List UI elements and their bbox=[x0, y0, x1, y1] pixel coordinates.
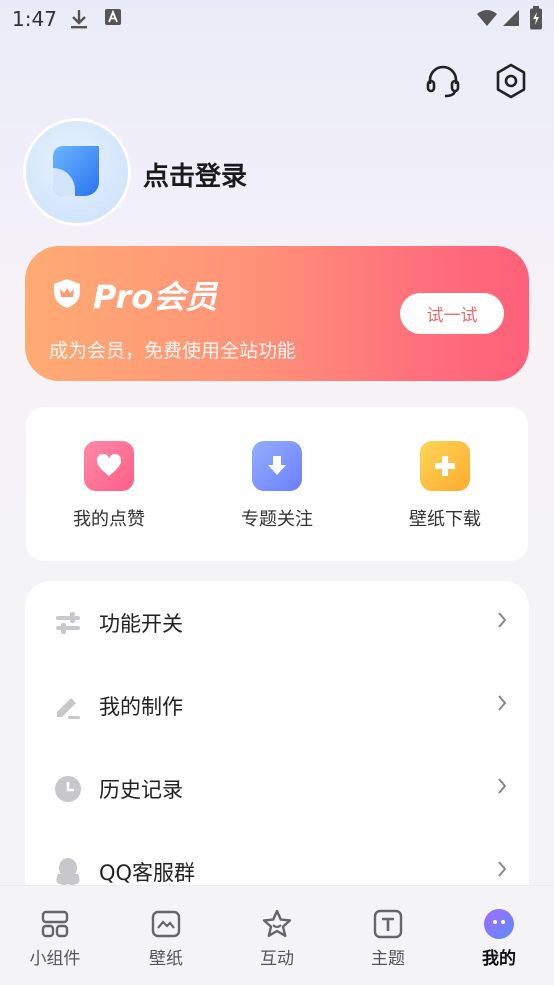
keyboard-status-icon bbox=[104, 8, 122, 30]
tab-label: 我的 bbox=[482, 949, 516, 969]
menu-item-feature-toggle[interactable]: 功能开关 bbox=[25, 581, 529, 664]
status-bar: 1:47 bbox=[0, 0, 554, 38]
tab-wallpaper[interactable]: 壁纸 bbox=[126, 908, 206, 969]
battery-icon bbox=[529, 6, 543, 34]
topic-follow-button[interactable]: 专题关注 bbox=[217, 441, 337, 531]
tab-label: 互动 bbox=[260, 949, 294, 969]
chevron-right-icon bbox=[497, 860, 507, 882]
settings-button[interactable] bbox=[492, 63, 530, 103]
menu-list: 功能开关 我的制作 历史记录 QQ客服群 bbox=[25, 581, 529, 901]
tab-label: 壁纸 bbox=[149, 949, 183, 969]
tab-widgets[interactable]: 小组件 bbox=[15, 908, 95, 969]
plus-icon bbox=[420, 441, 470, 491]
clock-icon bbox=[53, 774, 83, 804]
pro-title: Pro会员 bbox=[93, 278, 218, 316]
widget-grid-icon bbox=[15, 908, 95, 940]
gear-icon bbox=[494, 63, 528, 103]
app-logo-icon bbox=[49, 142, 105, 202]
tab-label: 主题 bbox=[371, 949, 405, 969]
chevron-right-icon bbox=[497, 611, 507, 633]
quick-label: 我的点赞 bbox=[73, 509, 145, 530]
me-face-icon bbox=[459, 908, 539, 940]
top-actions bbox=[424, 63, 530, 103]
menu-item-my-creations[interactable]: 我的制作 bbox=[25, 664, 529, 747]
my-likes-button[interactable]: 我的点赞 bbox=[49, 441, 169, 531]
wallpaper-download-button[interactable]: 壁纸下载 bbox=[385, 441, 505, 531]
login-prompt[interactable]: 点击登录 bbox=[143, 156, 247, 193]
menu-item-history[interactable]: 历史记录 bbox=[25, 747, 529, 830]
quick-actions-card: 我的点赞 专题关注 壁纸下载 bbox=[26, 407, 528, 561]
download-status-icon bbox=[69, 8, 89, 34]
wallpaper-icon bbox=[126, 908, 206, 940]
menu-label: 我的制作 bbox=[99, 695, 183, 719]
try-button[interactable]: 试一试 bbox=[400, 293, 504, 334]
menu-label: 功能开关 bbox=[99, 612, 183, 636]
chevron-right-icon bbox=[497, 694, 507, 716]
customer-service-button[interactable] bbox=[424, 64, 462, 102]
quick-label: 专题关注 bbox=[241, 509, 313, 530]
heart-icon bbox=[84, 441, 134, 491]
tab-me[interactable]: 我的 bbox=[459, 908, 539, 969]
headset-icon bbox=[425, 63, 461, 103]
star-icon bbox=[237, 908, 317, 940]
sliders-icon bbox=[53, 608, 83, 638]
theme-t-icon bbox=[348, 908, 428, 940]
crown-shield-icon bbox=[51, 277, 83, 313]
tab-label: 小组件 bbox=[29, 949, 81, 969]
penguin-icon bbox=[53, 857, 83, 887]
avatar[interactable] bbox=[26, 121, 128, 223]
download-arrow-icon bbox=[252, 441, 302, 491]
pro-subtitle: 成为会员，免费使用全站功能 bbox=[49, 340, 297, 362]
bottom-tab-bar: 小组件 壁纸 互动 主题 我的 bbox=[0, 885, 554, 985]
chevron-right-icon bbox=[497, 777, 507, 799]
tab-interaction[interactable]: 互动 bbox=[237, 908, 317, 969]
signal-icon bbox=[502, 9, 520, 31]
pencil-icon bbox=[53, 691, 83, 721]
menu-label: QQ客服群 bbox=[99, 861, 196, 885]
quick-label: 壁纸下载 bbox=[409, 509, 481, 530]
status-time: 1:47 bbox=[12, 7, 57, 31]
menu-label: 历史记录 bbox=[99, 778, 183, 802]
pro-membership-card[interactable]: Pro会员 成为会员，免费使用全站功能 试一试 bbox=[25, 246, 529, 381]
wifi-icon bbox=[476, 9, 498, 31]
tab-theme[interactable]: 主题 bbox=[348, 908, 428, 969]
